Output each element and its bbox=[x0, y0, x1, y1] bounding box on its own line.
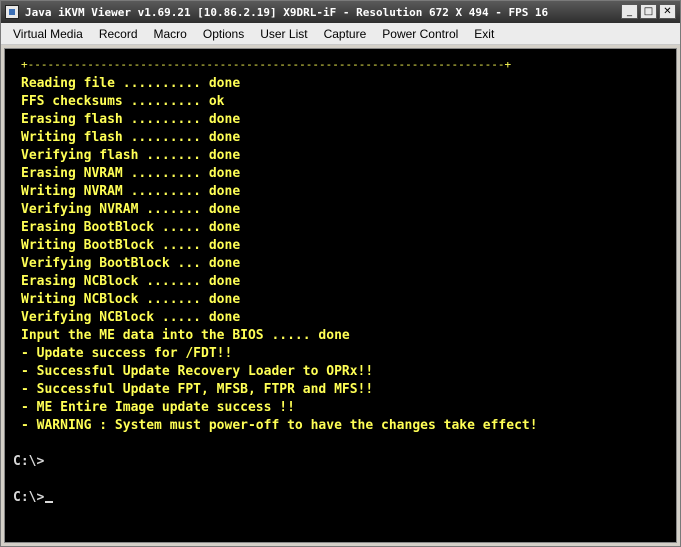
window-title: Java iKVM Viewer v1.69.21 [10.86.2.19] X… bbox=[25, 5, 549, 19]
menu-exit[interactable]: Exit bbox=[466, 24, 502, 44]
console-line: Verifying BootBlock ... done bbox=[21, 256, 241, 271]
console-line: Verifying flash ....... done bbox=[21, 148, 241, 163]
console-line: Verifying NVRAM ....... done bbox=[21, 202, 241, 217]
console-line: Erasing BootBlock ..... done bbox=[21, 220, 241, 235]
menu-record[interactable]: Record bbox=[91, 24, 146, 44]
console-line: - Successful Update FPT, MFSB, FTPR and … bbox=[21, 382, 374, 397]
title-bar[interactable]: Java iKVM Viewer v1.69.21 [10.86.2.19] X… bbox=[1, 1, 680, 23]
minimize-button[interactable]: _ bbox=[621, 4, 638, 19]
text-cursor bbox=[45, 501, 54, 503]
menu-options[interactable]: Options bbox=[195, 24, 252, 44]
command-prompt-active[interactable]: C:\> bbox=[13, 489, 54, 507]
menu-user-list[interactable]: User List bbox=[252, 24, 315, 44]
window-controls: _ □ ✕ bbox=[621, 4, 676, 19]
console-line: Erasing NVRAM ......... done bbox=[21, 166, 241, 181]
console-line: - WARNING : System must power-off to hav… bbox=[21, 418, 538, 433]
console-line: - Update success for /FDT!! bbox=[21, 346, 233, 361]
console-line: Reading file .......... done bbox=[21, 76, 241, 91]
console-line: - ME Entire Image update success !! bbox=[21, 400, 295, 415]
console-line: Writing NCBlock ....... done bbox=[21, 292, 241, 307]
prompt-text: C:\> bbox=[13, 490, 45, 505]
close-button[interactable]: ✕ bbox=[659, 4, 676, 19]
console-line: Input the ME data into the BIOS ..... do… bbox=[21, 328, 350, 343]
java-app-icon bbox=[5, 5, 19, 19]
console-line: Writing NVRAM ......... done bbox=[21, 184, 241, 199]
menu-power-control[interactable]: Power Control bbox=[374, 24, 466, 44]
remote-console-screen[interactable]: +---------------------------------------… bbox=[4, 48, 677, 543]
console-line: FFS checksums ......... ok bbox=[21, 94, 225, 109]
console-border-line: +---------------------------------------… bbox=[21, 58, 512, 71]
maximize-button[interactable]: □ bbox=[640, 4, 657, 19]
kvm-viewer-window: Java iKVM Viewer v1.69.21 [10.86.2.19] X… bbox=[0, 0, 681, 547]
console-line: Erasing flash ......... done bbox=[21, 112, 241, 127]
menu-virtual-media[interactable]: Virtual Media bbox=[5, 24, 91, 44]
console-line: - Successful Update Recovery Loader to O… bbox=[21, 364, 374, 379]
command-prompt: C:\> bbox=[13, 454, 45, 469]
console-line: Writing flash ......... done bbox=[21, 130, 241, 145]
menu-macro[interactable]: Macro bbox=[146, 24, 195, 44]
menu-bar: Virtual Media Record Macro Options User … bbox=[1, 23, 680, 45]
console-line: Verifying NCBlock ..... done bbox=[21, 310, 241, 325]
menu-capture[interactable]: Capture bbox=[316, 24, 375, 44]
console-line: Erasing NCBlock ....... done bbox=[21, 274, 241, 289]
console-line: Writing BootBlock ..... done bbox=[21, 238, 241, 253]
